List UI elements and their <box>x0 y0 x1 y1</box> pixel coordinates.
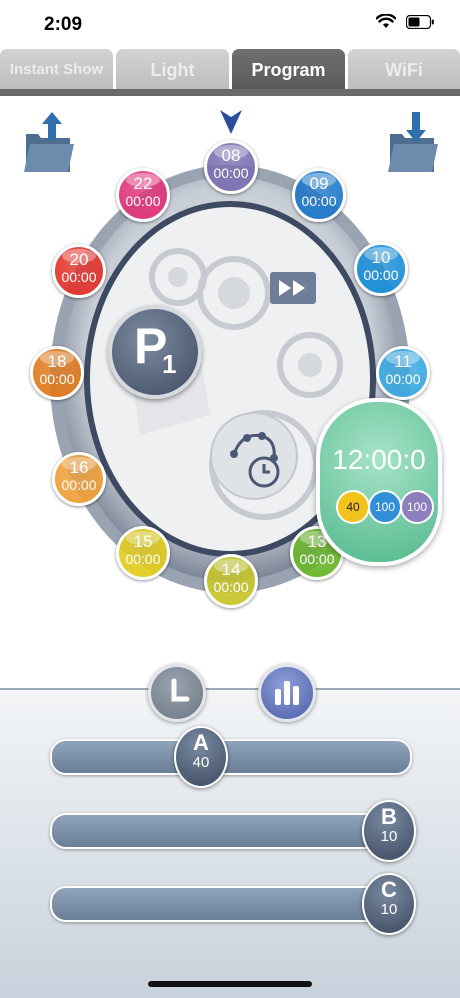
tab-light[interactable]: Light <box>116 49 229 89</box>
tab-wifi[interactable]: WiFi <box>348 49 460 89</box>
slider-a-track[interactable] <box>50 739 412 775</box>
slider-b-track[interactable] <box>50 813 412 849</box>
slider-c-label: C <box>381 877 397 902</box>
time-slot-11[interactable]: 11 00:00 <box>376 346 430 400</box>
slot-hour: 15 <box>133 532 153 551</box>
status-bar: 2:09 <box>0 0 460 44</box>
slider-b-knob[interactable]: B 10 <box>362 800 416 862</box>
tab-underline <box>0 89 460 96</box>
bar-chart-icon <box>275 681 299 705</box>
current-time-panel[interactable]: 12:00:0 40 100 100 <box>316 398 442 566</box>
current-slot-marker-icon <box>220 110 242 134</box>
slider-a-label: A <box>193 730 209 755</box>
slot-hour: 09 <box>309 174 329 193</box>
current-value-b: 100 <box>368 490 402 524</box>
schedule-clock-icon <box>230 432 280 488</box>
slot-hour: 08 <box>221 146 241 165</box>
slider-c-value: 10 <box>380 901 398 918</box>
slider-c-track[interactable] <box>50 886 412 922</box>
clock-icon <box>171 678 190 702</box>
schedule-clock-button[interactable] <box>210 412 298 500</box>
slot-hour: 20 <box>69 250 89 269</box>
slot-time: 00:00 <box>213 165 249 181</box>
home-indicator[interactable] <box>148 981 312 987</box>
slider-b-label: B <box>381 804 397 829</box>
slot-hour: 16 <box>69 458 89 477</box>
fast-forward-icon <box>279 280 305 296</box>
time-slot-15[interactable]: 15 00:00 <box>116 526 170 580</box>
battery-icon <box>406 14 434 29</box>
time-slot-08[interactable]: 08 00:00 <box>204 140 258 194</box>
slot-time: 00:00 <box>299 551 335 567</box>
slot-time: 00:00 <box>125 551 161 567</box>
slot-hour: 18 <box>47 352 67 371</box>
slider-a-knob[interactable]: A 40 <box>174 726 228 788</box>
time-slot-16[interactable]: 16 00:00 <box>52 452 106 506</box>
time-slot-14[interactable]: 14 00:00 <box>204 554 258 608</box>
status-time: 2:09 <box>44 14 83 35</box>
slot-hour: 22 <box>133 174 153 193</box>
time-slot-18[interactable]: 18 00:00 <box>30 346 84 400</box>
slot-time: 00:00 <box>301 193 337 209</box>
slot-time: 00:00 <box>213 579 249 595</box>
tab-instant-show[interactable]: Instant Show <box>0 49 113 89</box>
chart-mode-button[interactable] <box>258 664 316 722</box>
current-time: 12:00:0 <box>332 444 426 475</box>
slot-time: 00:00 <box>363 267 399 283</box>
current-value-a: 40 <box>336 490 370 524</box>
program-selector-button[interactable]: P 1 <box>108 305 202 399</box>
tab-program[interactable]: Program <box>232 49 345 89</box>
slider-b-value: 10 <box>380 828 398 845</box>
wifi-icon <box>376 14 396 28</box>
slot-time: 00:00 <box>61 269 97 285</box>
time-slot-20[interactable]: 20 00:00 <box>52 244 106 298</box>
time-slot-10[interactable]: 10 00:00 <box>354 242 408 296</box>
time-slot-22[interactable]: 22 00:00 <box>116 168 170 222</box>
clock-mode-button[interactable] <box>148 664 206 722</box>
slot-hour: 14 <box>221 560 241 579</box>
slot-time: 00:00 <box>61 477 97 493</box>
slot-time: 00:00 <box>39 371 75 387</box>
slot-time: 00:00 <box>385 371 421 387</box>
slider-c-knob[interactable]: C 10 <box>362 873 416 935</box>
slot-hour: 10 <box>371 248 391 267</box>
slider-a-value: 40 <box>192 754 210 771</box>
time-slot-09[interactable]: 09 00:00 <box>292 168 346 222</box>
slot-time: 00:00 <box>125 193 161 209</box>
fast-forward-button[interactable] <box>270 272 316 304</box>
tab-bar: Instant Show Light Program WiFi <box>0 49 460 89</box>
current-value-c: 100 <box>400 490 434 524</box>
program-number: 1 <box>162 349 177 379</box>
slot-hour: 11 <box>394 352 412 371</box>
